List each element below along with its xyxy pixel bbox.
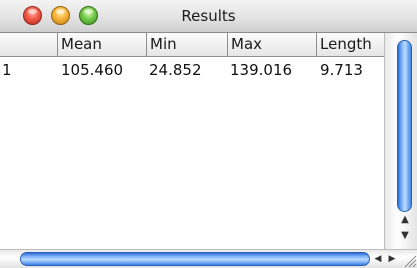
window-title: Results bbox=[181, 7, 236, 25]
horizontal-scroll-thumb[interactable] bbox=[20, 252, 370, 266]
column-header-min[interactable]: Min bbox=[146, 33, 227, 56]
column-header-length[interactable]: Length bbox=[316, 33, 384, 56]
resize-grip-icon[interactable] bbox=[399, 250, 417, 268]
column-header-mean[interactable]: Mean bbox=[57, 33, 146, 56]
scroll-right-arrow-icon[interactable]: ▶ bbox=[386, 252, 398, 266]
table-header: Mean Min Max Length bbox=[0, 33, 384, 57]
column-header-row-index[interactable] bbox=[0, 33, 57, 56]
mean-cell: 105.460 bbox=[61, 61, 124, 79]
results-window: Results Mean Min Max Length 1 105.460 24… bbox=[0, 0, 417, 268]
vertical-scroll-thumb[interactable] bbox=[397, 40, 412, 212]
scroll-left-arrow-icon[interactable]: ◀ bbox=[372, 252, 384, 266]
title-bar[interactable]: Results bbox=[0, 0, 417, 33]
row-index-cell: 1 bbox=[2, 61, 12, 79]
max-cell: 139.016 bbox=[230, 61, 293, 79]
column-header-max[interactable]: Max bbox=[227, 33, 316, 56]
scroll-up-arrow-icon[interactable]: ▲ bbox=[398, 214, 412, 226]
length-cell: 9.713 bbox=[320, 61, 363, 79]
min-cell: 24.852 bbox=[149, 61, 202, 79]
scroll-down-arrow-icon[interactable]: ▼ bbox=[398, 230, 412, 242]
